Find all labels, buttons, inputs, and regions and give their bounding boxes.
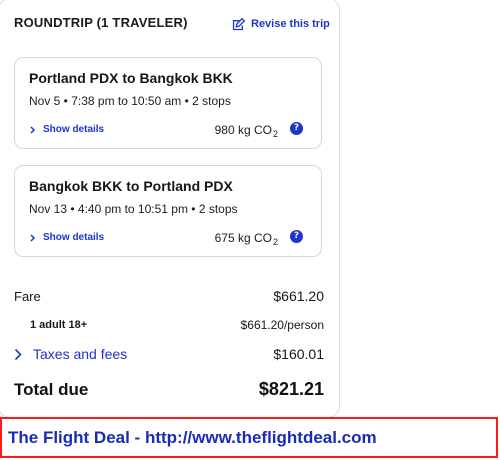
fare-label: Fare (14, 288, 41, 304)
fare-row: Fare $661.20 (14, 288, 324, 304)
trip-route: Portland PDX to Bangkok BKK (29, 70, 233, 86)
co2-value: 675 kg CO (214, 231, 272, 245)
taxes-and-fees-link[interactable]: Taxes and fees (14, 346, 127, 362)
trip-card-return: Bangkok BKK to Portland PDX Nov 13 • 4:4… (14, 165, 322, 257)
chevron-right-icon (29, 233, 37, 242)
trip-times: Nov 13 • 4:40 pm to 10:51 pm • 2 stops (29, 202, 238, 216)
show-details-button[interactable]: Show details (29, 124, 104, 135)
co2-emissions: 675 kg CO2 (215, 231, 278, 247)
co2-subscript: 2 (272, 237, 278, 247)
traveler-amount: $661.20/person (240, 318, 324, 332)
trip-route: Bangkok BKK to Portland PDX (29, 178, 233, 194)
show-details-label: Show details (43, 124, 105, 135)
chevron-right-icon (14, 348, 22, 361)
revise-trip-label: Revise this trip (251, 18, 330, 30)
help-icon[interactable]: ? (290, 230, 303, 243)
show-details-button[interactable]: Show details (29, 232, 104, 243)
edit-icon (231, 17, 246, 32)
total-amount: $821.21 (258, 379, 324, 399)
traveler-label: 1 adult 18+ (30, 319, 88, 331)
traveler-fare-row: 1 adult 18+ $661.20/person (14, 318, 324, 332)
promo-banner-text: The Flight Deal - http://www.theflightde… (8, 428, 377, 447)
total-row: Total due $821.21 (14, 379, 324, 400)
trip-type-title: ROUNDTRIP (1 TRAVELER) (14, 15, 188, 30)
co2-emissions: 980 kg CO2 (215, 123, 278, 139)
show-details-label: Show details (43, 232, 105, 243)
taxes-amount: $160.01 (273, 346, 324, 362)
chevron-right-icon (29, 125, 37, 134)
fare-amount: $661.20 (273, 288, 324, 304)
trip-times: Nov 5 • 7:38 pm to 10:50 am • 2 stops (29, 94, 231, 108)
promo-banner: The Flight Deal - http://www.theflightde… (0, 417, 498, 458)
taxes-row: Taxes and fees $160.01 (14, 346, 324, 362)
co2-subscript: 2 (272, 129, 278, 139)
taxes-label: Taxes and fees (33, 346, 128, 362)
help-icon[interactable]: ? (290, 122, 303, 135)
total-label: Total due (14, 379, 89, 399)
co2-value: 980 kg CO (214, 123, 272, 137)
trip-card-outbound: Portland PDX to Bangkok BKK Nov 5 • 7:38… (14, 57, 322, 149)
revise-trip-link[interactable]: Revise this trip (231, 15, 330, 33)
trip-summary-panel: ROUNDTRIP (1 TRAVELER) Revise this trip … (0, 0, 340, 418)
